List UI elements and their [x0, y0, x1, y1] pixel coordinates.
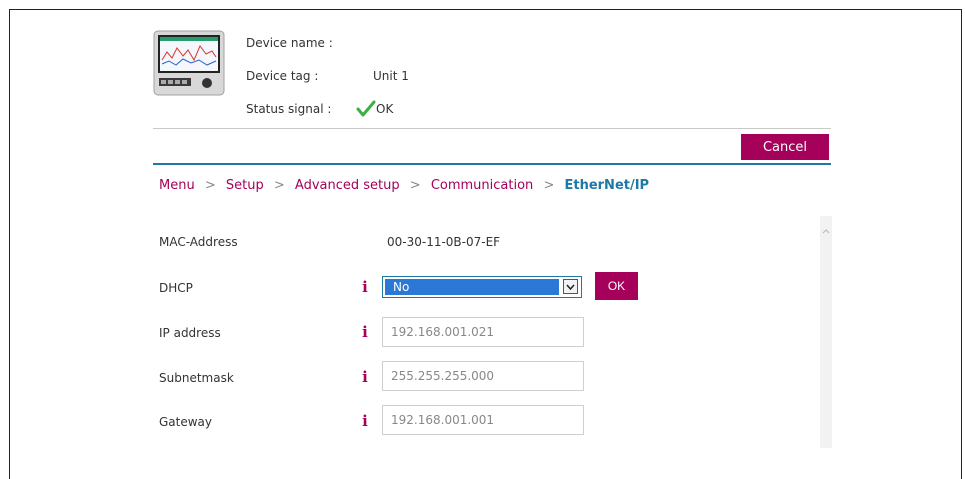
dhcp-info-icon[interactable]: i	[358, 279, 372, 295]
breadcrumb-separator: >	[273, 178, 285, 193]
breadcrumb-separator: >	[543, 178, 555, 193]
dhcp-ok-button[interactable]: OK	[595, 272, 638, 300]
mac-address-label: MAC-Address	[159, 235, 238, 249]
chevron-down-icon[interactable]	[563, 279, 578, 294]
breadcrumb-menu[interactable]: Menu	[159, 178, 195, 193]
breadcrumb: Menu > Setup > Advanced setup > Communic…	[159, 178, 649, 193]
dhcp-label: DHCP	[159, 281, 193, 295]
ip-info-icon[interactable]: i	[358, 324, 372, 340]
device-tag-value: Unit 1	[373, 69, 409, 83]
breadcrumb-advanced-setup[interactable]: Advanced setup	[295, 178, 400, 193]
ip-address-label: IP address	[159, 326, 221, 340]
device-tag-label: Device tag :	[246, 69, 319, 83]
breadcrumb-separator: >	[409, 178, 421, 193]
subnetmask-info-icon[interactable]: i	[358, 369, 372, 385]
cancel-button[interactable]: Cancel	[741, 134, 829, 160]
scroll-up-icon[interactable]	[821, 227, 831, 235]
breadcrumb-current: EtherNet/IP	[564, 178, 650, 193]
gateway-input[interactable]: 192.168.001.001	[382, 405, 584, 435]
status-signal-label: Status signal :	[246, 102, 332, 116]
ip-address-input[interactable]: 192.168.001.021	[382, 317, 584, 347]
scrollbar[interactable]	[820, 216, 832, 448]
mac-address-value: 00-30-11-0B-07-EF	[387, 235, 501, 249]
device-name-label: Device name :	[246, 36, 333, 50]
subnetmask-label: Subnetmask	[159, 371, 234, 385]
breadcrumb-communication[interactable]: Communication	[431, 178, 533, 193]
dhcp-select[interactable]: No	[382, 276, 582, 298]
gateway-info-icon[interactable]: i	[358, 413, 372, 429]
subnetmask-input[interactable]: 255.255.255.000	[382, 361, 584, 391]
gateway-label: Gateway	[159, 415, 213, 429]
breadcrumb-separator: >	[204, 178, 216, 193]
header-divider	[153, 128, 831, 129]
status-signal-value: OK	[376, 102, 394, 116]
check-icon	[356, 100, 376, 117]
dhcp-selected-value: No	[385, 279, 559, 295]
breadcrumb-setup[interactable]: Setup	[226, 178, 264, 193]
toolbar-divider	[153, 163, 831, 165]
device-icon	[153, 30, 225, 96]
